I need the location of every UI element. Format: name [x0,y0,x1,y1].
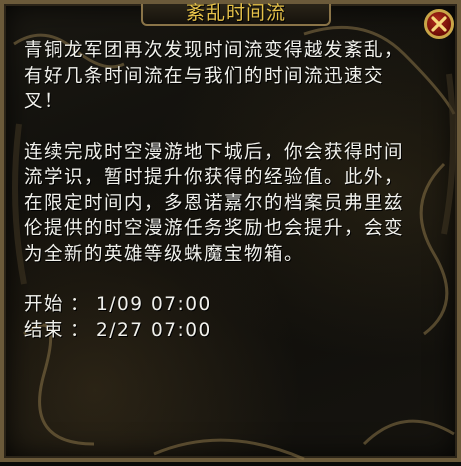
window-title: 紊乱时间流 [185,2,286,24]
start-separator: ： [70,294,91,315]
end-date-row: 结束： 2/27 07:00 [24,318,419,344]
close-icon [431,16,447,32]
start-value: 1/09 07:00 [96,294,212,315]
intro-paragraph: 青铜龙军团再次发现时间流变得越发紊乱，有好几条时间流在与我们的时间流迅速交叉！ [24,40,405,112]
end-label: 结束 [24,319,65,341]
details-paragraph: 连续完成时空漫游地下城后，你会获得时间流学识，暂时提升你获得的经验值。此外，在限… [24,141,405,265]
end-separator: ： [70,319,91,341]
close-button[interactable] [424,9,454,39]
start-label: 开始 [24,294,65,315]
end-value: 2/27 07:00 [96,319,212,341]
event-tooltip-window: 紊乱时间流 青铜龙军团再次发现时间流变得越发紊乱，有好几条时间流在与我们的时间流… [0,0,461,462]
start-date-row: 开始： 1/09 07:00 [24,292,419,318]
event-description: 青铜龙军团再次发现时间流变得越发紊乱，有好几条时间流在与我们的时间流迅速交叉！ … [24,38,419,343]
window-title-bar: 紊乱时间流 [141,4,331,26]
